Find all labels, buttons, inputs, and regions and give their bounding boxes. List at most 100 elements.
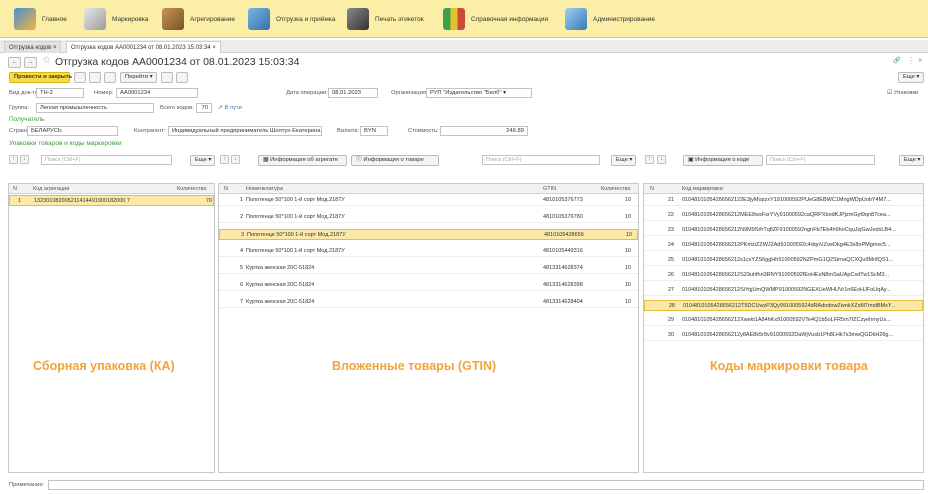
aggregate-info-button[interactable]: ▦ Информация об агрегате: [258, 155, 347, 166]
section-admin[interactable]: Администрирование: [565, 0, 655, 38]
print-icon[interactable]: [161, 72, 173, 83]
section-shipping[interactable]: Отгрузка и приёмка: [248, 0, 335, 38]
table-row[interactable]: 26 010481010542865621​2S29uhfhn3RNY910005…: [644, 270, 923, 281]
in-transit-toggle[interactable]: ➚ В пути: [218, 103, 242, 113]
table-row[interactable]: 28 010481010542865621​2T5DCUwzP3Qy9910005…: [644, 300, 923, 311]
row-n: 26: [667, 272, 674, 278]
number-field[interactable]: АА0001234: [116, 88, 198, 98]
date-field[interactable]: 08.01.2023: [328, 88, 378, 98]
section-main[interactable]: Главное: [14, 0, 67, 38]
table-row[interactable]: 4 Полотенце 50*100 1-й сорт Мод.2187У 4810…: [219, 246, 638, 257]
group-field[interactable]: Легкая промышленность: [36, 103, 154, 113]
table-row[interactable]: 23 010481010542865621​2N9M9SrhTq8ZF910005…: [644, 225, 923, 236]
row-n: 4: [239, 248, 243, 254]
tab-shipment-document[interactable]: Отгрузка кодов АА0001234 от 08.01.2023 1…: [66, 41, 221, 53]
row-marking-code: 010481010542865621​2s1cxYZS6ggHh91000592…: [682, 257, 894, 263]
items-caption: Вложенные товары (GTIN): [332, 359, 497, 373]
table-row[interactable]: 24 010481010542865621​2PKmziZZWJ2Ad910005…: [644, 240, 923, 251]
move-down-icon[interactable]: ↓: [657, 155, 666, 164]
document-title: Отгрузка кодов АА0001234 от 08.01.2023 1…: [55, 56, 300, 68]
section-reference-label: Справочная информация: [471, 15, 548, 23]
open-tabs-bar: Отгрузка кодов × Отгрузка кодов АА000123…: [0, 40, 928, 53]
close-icon[interactable]: ×: [918, 56, 923, 65]
panel3-more-button[interactable]: Еще ▾: [899, 155, 924, 166]
more-button[interactable]: Еще ▾: [898, 72, 924, 83]
col-n[interactable]: N: [650, 184, 654, 194]
row-n: 23: [667, 227, 674, 233]
table-row[interactable]: 2 Полотенце 50*100 1-й сорт Мод.2187У 4810…: [219, 212, 638, 223]
col-n[interactable]: N: [13, 184, 17, 194]
row-marking-code: 010481010542865621​2T5DCUwzP3Qy991000592…: [683, 303, 896, 309]
section-reference[interactable]: Справочная информация: [443, 0, 548, 38]
move-down-icon[interactable]: ↓: [231, 155, 240, 164]
favorite-star-icon[interactable]: ☆: [42, 55, 51, 66]
col-nomenclature[interactable]: Номенклатура: [246, 184, 283, 194]
table-row[interactable]: 30 010481010542865621​2y8AE8k5r8v91000592…: [644, 330, 923, 341]
row-nomenclature: Куртка женская 20С-51824: [246, 282, 315, 288]
col-gtin[interactable]: GTIN: [543, 184, 556, 194]
table-row[interactable]: 1 132301082005211414491900182000 7 70: [9, 195, 214, 206]
code-info-button[interactable]: ▣ Информация о коде: [683, 155, 763, 166]
post-icon[interactable]: [89, 72, 101, 83]
country-field[interactable]: БЕЛАРУСЬ: [27, 126, 118, 136]
counterparty-field[interactable]: Индивидуальный предприниматель Шолтун Ек…: [168, 126, 322, 136]
unpost-icon[interactable]: [104, 72, 116, 83]
link-icon[interactable]: 🔗: [893, 57, 900, 64]
code-info-label: Информация о коде: [695, 157, 750, 163]
organization-field[interactable]: РУП "Издательство "Белб" ▾: [426, 88, 532, 98]
panel2-more-button[interactable]: Еще ▾: [611, 155, 636, 166]
table-row[interactable]: 5 Куртка женская 20С-51824 4813314628374 10: [219, 263, 638, 274]
move-up-icon[interactable]: ↑: [220, 155, 229, 164]
goto-button[interactable]: Перейти ▾: [120, 72, 157, 83]
table-header: N Код маркировки: [644, 184, 923, 194]
doc-type-field[interactable]: ТН-2: [36, 88, 84, 98]
col-quantity[interactable]: Количество: [177, 184, 207, 194]
table-row[interactable]: 25 010481010542865621​2s1cxYZS6ggHh910005…: [644, 255, 923, 266]
table-row[interactable]: 22 010481010542865621​2MEE8wsFsrYVy910005…: [644, 210, 923, 221]
cost-field[interactable]: 246.89: [440, 126, 528, 136]
move-down-icon[interactable]: ↓: [20, 155, 29, 164]
table-row[interactable]: 29 010481010542865621​2Xwxkt1A84hKx910005…: [644, 315, 923, 326]
packages-checkbox[interactable]: ☑ Упаковки: [887, 88, 918, 98]
row-gtin: 4810105428656: [544, 232, 584, 238]
save-icon[interactable]: [74, 72, 86, 83]
row-nomenclature: Полотенце 50*100 1-й сорт Мод.2187У: [247, 232, 346, 238]
back-button[interactable]: ←: [8, 57, 21, 68]
post-and-close-button[interactable]: Провести и закрыть: [9, 72, 72, 83]
forward-button[interactable]: →: [24, 57, 37, 68]
panel1-more-button[interactable]: Еще ▾: [190, 155, 215, 166]
table-row[interactable]: 27 010481010542865621​2SiYqjUmQWMP9100059…: [644, 285, 923, 296]
date-label: Дата операции:: [286, 90, 328, 96]
row-nomenclature: Полотенце 50*100 1-й сорт Мод.2187У: [246, 248, 345, 254]
section-aggregation[interactable]: Агрегирование: [162, 0, 235, 38]
item-info-button[interactable]: ⓘ Информация о товаре: [351, 155, 439, 166]
col-marking-code[interactable]: Код маркировки: [682, 184, 723, 194]
row-quantity: 10: [624, 265, 631, 271]
row-marking-code: 010481010542865621​2MEE8wsFsrYVy91000592…: [682, 212, 891, 218]
col-quantity[interactable]: Количество: [601, 184, 631, 194]
col-aggregation-code[interactable]: Код агрегации: [33, 184, 69, 194]
panel1-search-input[interactable]: Поиск (Ctrl+F): [41, 155, 172, 165]
row-n: 1: [18, 198, 22, 204]
panel3-search-input[interactable]: Поиск (Ctrl+F): [766, 155, 875, 165]
panel2-search-input[interactable]: Поиск (Ctrl+F): [482, 155, 600, 165]
row-gtin: 4813314628398: [543, 282, 583, 288]
table-row[interactable]: 7 Куртка женская 20С-51824 4813314628404 10: [219, 297, 638, 308]
col-n[interactable]: N: [224, 184, 228, 194]
section-print[interactable]: Печать этикеток: [347, 0, 424, 38]
currency-field[interactable]: BYN: [360, 126, 388, 136]
table-row[interactable]: 6 Куртка женская 20С-51824 4813314628398 10: [219, 280, 638, 291]
move-up-icon[interactable]: ↑: [645, 155, 654, 164]
tab-shipments-list[interactable]: Отгрузка кодов ×: [4, 41, 62, 53]
section-marking[interactable]: Маркировка: [84, 0, 148, 38]
row-quantity: 10: [624, 197, 631, 203]
table-row[interactable]: 3 Полотенце 50*100 1-й сорт Мод.2187У 4810…: [219, 229, 638, 240]
table-row[interactable]: 1 Полотенце 50*100 1-й сорт Мод.2187У 4810…: [219, 195, 638, 206]
row-marking-code: 010481010542865621​2y8AE8k5r8v91000592Da…: [682, 332, 894, 338]
table-row[interactable]: 21 0104810105428656​2122E3jyMopzxY1910005…: [644, 195, 923, 206]
structure-icon[interactable]: [176, 72, 188, 83]
row-marking-code: 010481010542865621​2N9M9SrhTq8ZF91000592…: [682, 227, 896, 233]
move-up-icon[interactable]: ↑: [9, 155, 18, 164]
more-icon[interactable]: ⋮: [907, 56, 915, 65]
note-field[interactable]: [48, 480, 924, 490]
